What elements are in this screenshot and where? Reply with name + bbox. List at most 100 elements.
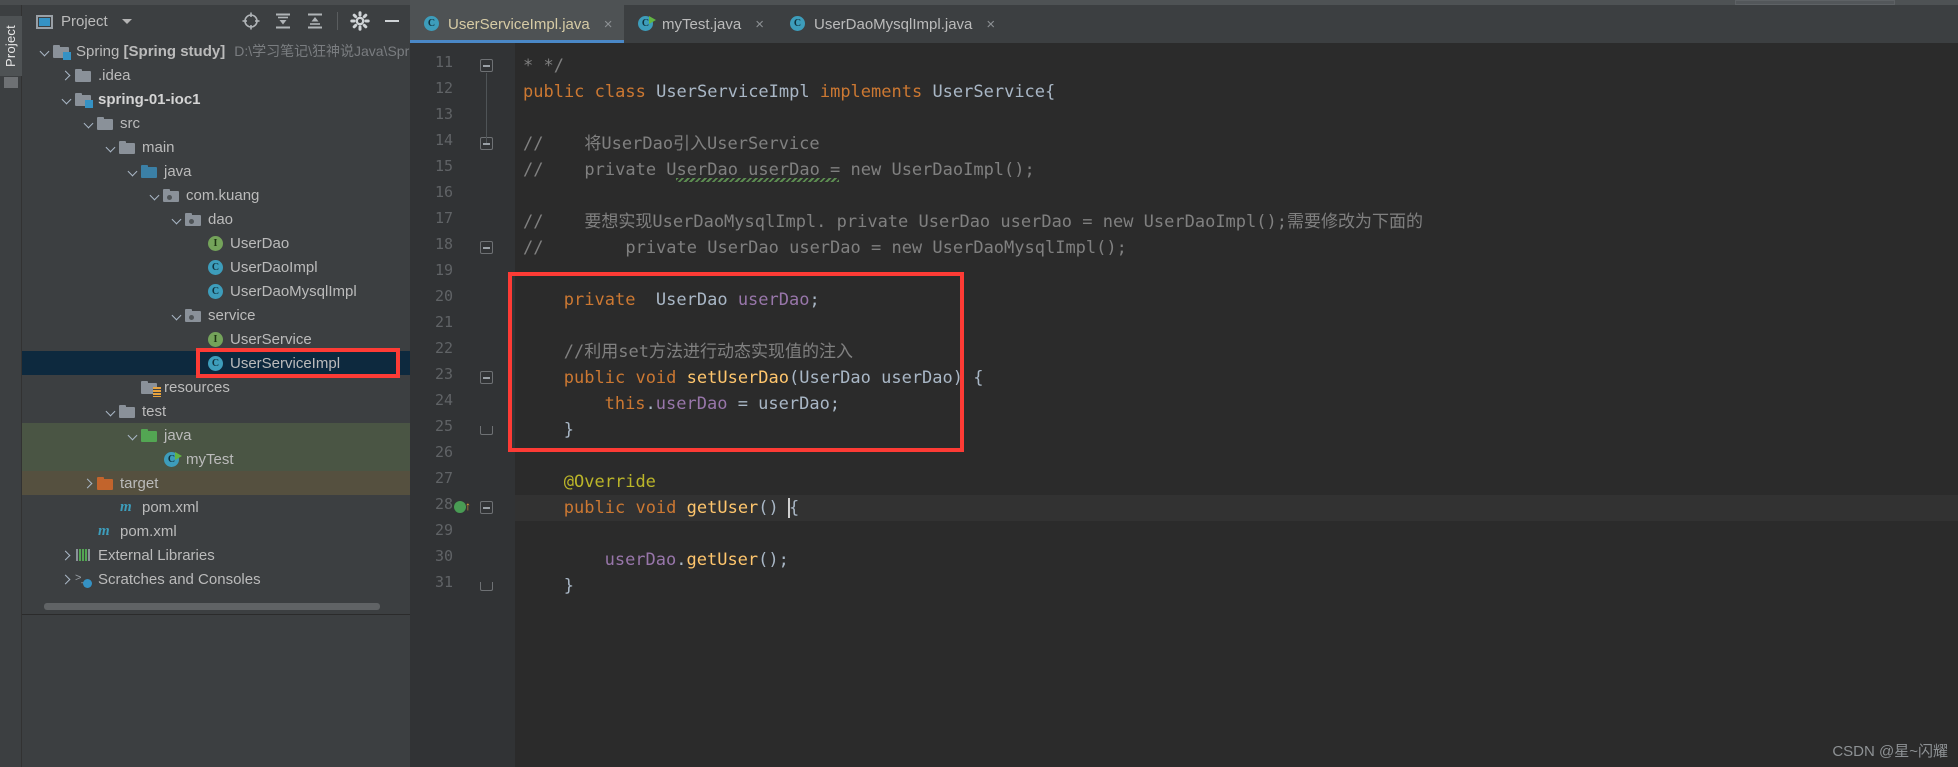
tree-row-label: Spring [Spring study] xyxy=(76,42,226,60)
chevron-right-icon[interactable] xyxy=(60,573,73,586)
editor-gutter[interactable]: 11 12 13 14 15 16 17 18 19 20 21 22 23 24 25 26 27 28 ↑ 29 3… xyxy=(410,43,515,767)
code-fold-collapse-icon[interactable] xyxy=(480,241,493,254)
java-class-icon: C xyxy=(208,355,223,371)
tree-row-main[interactable]: main xyxy=(22,135,410,159)
tree-row-userservice[interactable]: I UserService xyxy=(22,327,410,351)
close-icon[interactable]: × xyxy=(604,16,613,33)
tree-row-label: UserDaoImpl xyxy=(230,258,318,276)
chevron-down-icon[interactable] xyxy=(148,189,161,202)
editor-tab-mytest-java[interactable]: CmyTest.java × xyxy=(624,5,776,43)
code-line-11[interactable]: * */ xyxy=(523,53,564,79)
code-line-17[interactable]: // 要想实现UserDaoMysqlImpl. private UserDao… xyxy=(523,209,1423,235)
chevron-down-icon[interactable] xyxy=(126,429,139,442)
tree-row--idea[interactable]: .idea xyxy=(22,63,410,87)
tree-row-test[interactable]: test xyxy=(22,399,410,423)
code-token: UserService{ xyxy=(932,82,1056,102)
editor-tab-bar[interactable]: C UserServiceImpl.java × CmyTest.java × C User… xyxy=(410,5,1958,43)
excluded-folder-icon xyxy=(97,476,113,490)
code-fold-collapse-icon[interactable] xyxy=(480,501,493,514)
tree-row-target[interactable]: target xyxy=(22,471,410,495)
tree-row-src[interactable]: src xyxy=(22,111,410,135)
code-line-18[interactable]: // private UserDao userDao = new UserDao… xyxy=(523,235,1127,261)
code-line-25[interactable]: } xyxy=(564,417,574,443)
line-number: 27 xyxy=(434,469,453,487)
chevron-down-icon[interactable] xyxy=(82,117,95,130)
close-icon[interactable]: × xyxy=(755,16,764,33)
project-tree-hscrollbar[interactable] xyxy=(44,603,380,610)
tool-window-tab-project[interactable]: Project xyxy=(0,16,22,76)
tree-row-service[interactable]: service xyxy=(22,303,410,327)
tree-row-java[interactable]: java xyxy=(22,423,410,447)
tree-row-icon: >_ xyxy=(75,571,92,588)
code-line-22[interactable]: //利用set方法进行动态实现值的注入 xyxy=(564,339,853,365)
tree-row-icon: C xyxy=(207,259,224,276)
code-fold-collapse-icon[interactable] xyxy=(480,59,493,72)
tree-row-pom-xml[interactable]: m pom.xml xyxy=(22,495,410,519)
chevron-down-icon[interactable] xyxy=(170,309,183,322)
chevron-down-icon[interactable] xyxy=(104,141,117,154)
editor-tab-userdaomysqlimpl-java[interactable]: C UserDaoMysqlImpl.java × xyxy=(776,5,1007,43)
tree-row-com-kuang[interactable]: com.kuang xyxy=(22,183,410,207)
code-line-12[interactable]: public class UserServiceImpl implements … xyxy=(523,79,1055,105)
code-line-28[interactable]: public void getUser() { xyxy=(564,495,799,521)
code-token: userDao xyxy=(655,394,728,414)
editor-tab-userserviceimpl-java[interactable]: C UserServiceImpl.java × xyxy=(410,5,625,43)
tree-row-mytest[interactable]: CmyTest xyxy=(22,447,410,471)
tree-row-pom-xml[interactable]: m pom.xml xyxy=(22,519,410,543)
code-line-31[interactable]: } xyxy=(564,573,574,599)
chevron-down-icon[interactable] xyxy=(121,19,132,24)
settings-gear-icon[interactable] xyxy=(350,11,370,31)
tree-row-icon xyxy=(163,187,180,204)
code-fold-collapse-icon[interactable] xyxy=(480,371,493,384)
tree-row-icon xyxy=(119,403,136,420)
code-token: . xyxy=(645,394,656,414)
code-token: void xyxy=(635,368,687,388)
code-line-30[interactable]: userDao.getUser(); xyxy=(605,547,789,573)
code-fold-end-icon[interactable] xyxy=(480,426,493,435)
expand-all-icon[interactable] xyxy=(273,11,293,31)
tree-row-icon xyxy=(75,547,92,564)
tree-row-userdao[interactable]: I UserDao xyxy=(22,231,410,255)
tree-row-dao[interactable]: dao xyxy=(22,207,410,231)
chevron-right-icon[interactable] xyxy=(60,549,73,562)
run-gutter-icon[interactable]: ↑ xyxy=(454,499,471,514)
code-line-27[interactable]: @Override xyxy=(564,469,656,495)
tree-row-userserviceimpl[interactable]: C UserServiceImpl xyxy=(22,351,410,375)
tree-row-icon: I xyxy=(207,235,224,252)
close-icon[interactable]: × xyxy=(986,16,995,33)
chevron-down-icon[interactable] xyxy=(38,45,51,58)
project-view-selector[interactable]: Project xyxy=(36,13,132,30)
tree-row-spring-01-ioc1[interactable]: spring-01-ioc1 xyxy=(22,87,410,111)
line-number: 28 xyxy=(434,495,453,513)
structure-tool-icon[interactable] xyxy=(4,77,18,88)
tree-row-spring-spring-study-[interactable]: Spring [Spring study] D:\学习笔记\狂神说Java\Spr xyxy=(22,39,410,63)
chevron-down-icon[interactable] xyxy=(60,93,73,106)
java-class-icon: C xyxy=(208,283,223,299)
code-line-23[interactable]: public void setUserDao(UserDao userDao) … xyxy=(564,365,984,391)
tree-row-external-libraries[interactable]: External Libraries xyxy=(22,543,410,567)
project-tree[interactable]: Spring [Spring study] D:\学习笔记\狂神说Java\Spr… xyxy=(22,39,410,591)
chevron-down-icon[interactable] xyxy=(104,405,117,418)
chevron-down-icon[interactable] xyxy=(126,165,139,178)
source-folder-icon xyxy=(141,164,157,178)
tree-row-userdaoimpl[interactable]: C UserDaoImpl xyxy=(22,255,410,279)
code-content[interactable]: * */ public class UserServiceImpl impleme… xyxy=(515,43,1958,767)
locate-target-icon[interactable] xyxy=(241,11,261,31)
chevron-down-icon[interactable] xyxy=(170,213,183,226)
project-toolbar: Project xyxy=(22,5,410,39)
chevron-right-icon[interactable] xyxy=(82,477,95,490)
code-line-20[interactable]: private UserDao userDao; xyxy=(564,287,820,313)
collapse-all-icon[interactable] xyxy=(305,11,325,31)
tree-row-java[interactable]: java xyxy=(22,159,410,183)
code-line-14[interactable]: // 将UserDao引入UserService xyxy=(523,131,820,157)
tree-row-userdaomysqlimpl[interactable]: C UserDaoMysqlImpl xyxy=(22,279,410,303)
tree-row-scratches-and-consoles[interactable]: >_ Scratches and Consoles xyxy=(22,567,410,591)
hide-window-icon[interactable] xyxy=(382,11,402,31)
code-token: UserDao xyxy=(645,290,738,310)
code-fold-end-icon[interactable] xyxy=(480,582,493,591)
code-line-24[interactable]: this.userDao = userDao; xyxy=(605,391,840,417)
tree-row-resources[interactable]: resources xyxy=(22,375,410,399)
tree-row-icon: C xyxy=(207,283,224,300)
chevron-right-icon[interactable] xyxy=(60,69,73,82)
